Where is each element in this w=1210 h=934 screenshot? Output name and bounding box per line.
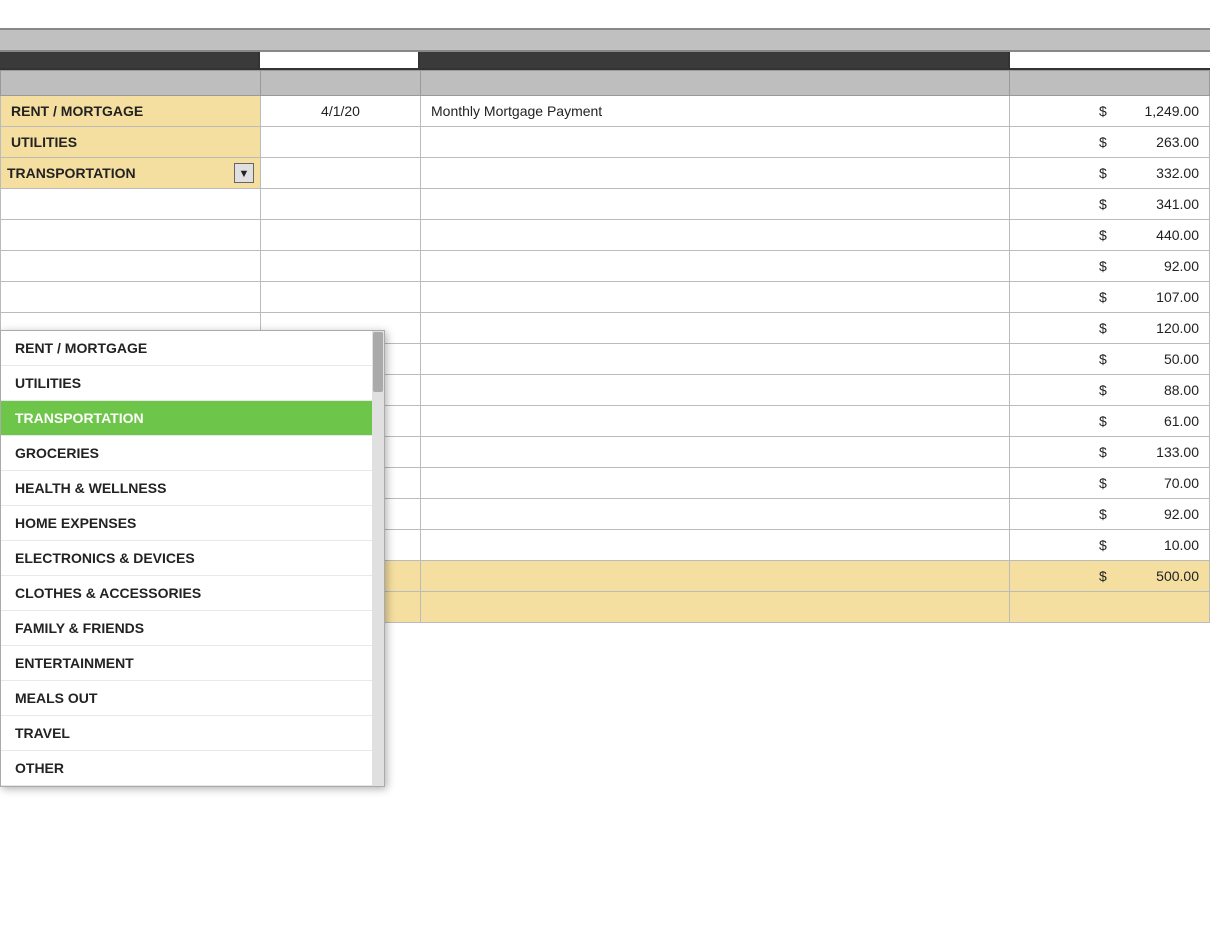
cell-description xyxy=(421,375,1010,406)
header-amount xyxy=(1010,71,1210,96)
dropdown-item[interactable]: ENTERTAINMENT xyxy=(1,646,384,681)
cell-description xyxy=(421,499,1010,530)
cell-date xyxy=(261,189,421,220)
cell-amount: $263.00 xyxy=(1010,127,1210,158)
budget-starting-label xyxy=(0,52,260,68)
cell-description xyxy=(421,406,1010,437)
table-header-row xyxy=(1,71,1210,96)
dropdown-item[interactable]: MEALS OUT xyxy=(1,681,384,716)
dropdown-item[interactable]: HEALTH & WELLNESS xyxy=(1,471,384,506)
cell-category: TRANSPORTATION▼ xyxy=(1,158,261,189)
cell-description xyxy=(421,127,1010,158)
table-row: TRANSPORTATION▼ $332.00 xyxy=(1,158,1210,189)
cell-category xyxy=(1,251,261,282)
dropdown-arrow-button[interactable]: ▼ xyxy=(234,163,254,183)
cell-description xyxy=(421,313,1010,344)
subtitle-bar xyxy=(0,28,1210,52)
cell-amount: $133.00 xyxy=(1010,437,1210,468)
header-date xyxy=(261,71,421,96)
cell-date xyxy=(261,220,421,251)
table-row: $341.00 xyxy=(1,189,1210,220)
dropdown-item[interactable]: ELECTRONICS & DEVICES xyxy=(1,541,384,576)
cell-amount: $70.00 xyxy=(1010,468,1210,499)
cell-description xyxy=(421,530,1010,561)
cell-description xyxy=(421,189,1010,220)
cell-description xyxy=(421,437,1010,468)
cell-date xyxy=(261,251,421,282)
cell-amount: $1,249.00 xyxy=(1010,96,1210,127)
category-dropdown[interactable]: RENT / MORTGAGEUTILITIESTRANSPORTATIONGR… xyxy=(0,330,385,787)
table-row: $107.00 xyxy=(1,282,1210,313)
header-category xyxy=(1,71,261,96)
cell-category xyxy=(1,189,261,220)
page-title xyxy=(0,0,1210,28)
dropdown-item[interactable]: TRAVEL xyxy=(1,716,384,751)
dropdown-item[interactable]: OTHER xyxy=(1,751,384,786)
table-row: $92.00 xyxy=(1,251,1210,282)
cell-description xyxy=(421,344,1010,375)
cell-description xyxy=(421,282,1010,313)
cell-amount: $61.00 xyxy=(1010,406,1210,437)
cell-category xyxy=(1,220,261,251)
expense-table-wrapper: RENT / MORTGAGE4/1/20Monthly Mortgage Pa… xyxy=(0,70,1210,623)
scrollbar-thumb[interactable] xyxy=(373,332,383,392)
cell-amount: $50.00 xyxy=(1010,344,1210,375)
cell-description xyxy=(421,592,1010,623)
cell-amount: $92.00 xyxy=(1010,499,1210,530)
cell-description xyxy=(421,561,1010,592)
table-row: $440.00 xyxy=(1,220,1210,251)
scrollbar[interactable] xyxy=(372,331,384,786)
dropdown-item[interactable]: TRANSPORTATION xyxy=(1,401,384,436)
cell-amount: $92.00 xyxy=(1010,251,1210,282)
dropdown-item[interactable]: FAMILY & FRIENDS xyxy=(1,611,384,646)
dropdown-item[interactable]: HOME EXPENSES xyxy=(1,506,384,541)
cell-description xyxy=(421,158,1010,189)
cell-date xyxy=(261,282,421,313)
cell-category: UTILITIES xyxy=(1,127,261,158)
cell-amount xyxy=(1010,592,1210,623)
cell-amount: $88.00 xyxy=(1010,375,1210,406)
cell-description xyxy=(421,220,1010,251)
table-row: RENT / MORTGAGE4/1/20Monthly Mortgage Pa… xyxy=(1,96,1210,127)
dropdown-item[interactable]: UTILITIES xyxy=(1,366,384,401)
cell-date xyxy=(261,127,421,158)
cell-date: 4/1/20 xyxy=(261,96,421,127)
cell-amount: $10.00 xyxy=(1010,530,1210,561)
cell-amount: $341.00 xyxy=(1010,189,1210,220)
cell-amount: $332.00 xyxy=(1010,158,1210,189)
budget-starting-value xyxy=(260,52,420,68)
cell-amount: $107.00 xyxy=(1010,282,1210,313)
header-description xyxy=(421,71,1010,96)
dropdown-item[interactable]: RENT / MORTGAGE xyxy=(1,331,384,366)
cell-category xyxy=(1,282,261,313)
table-row: UTILITIES $263.00 xyxy=(1,127,1210,158)
dropdown-item[interactable]: GROCERIES xyxy=(1,436,384,471)
cell-amount: $440.00 xyxy=(1010,220,1210,251)
budget-ending-label xyxy=(420,52,1010,68)
cell-description xyxy=(421,468,1010,499)
cell-date xyxy=(261,158,421,189)
cell-category: RENT / MORTGAGE xyxy=(1,96,261,127)
cell-amount: $500.00 xyxy=(1010,561,1210,592)
cell-description xyxy=(421,251,1010,282)
dropdown-item[interactable]: CLOTHES & ACCESSORIES xyxy=(1,576,384,611)
budget-ending-value xyxy=(1010,52,1210,68)
cell-description: Monthly Mortgage Payment xyxy=(421,96,1010,127)
cell-amount: $120.00 xyxy=(1010,313,1210,344)
